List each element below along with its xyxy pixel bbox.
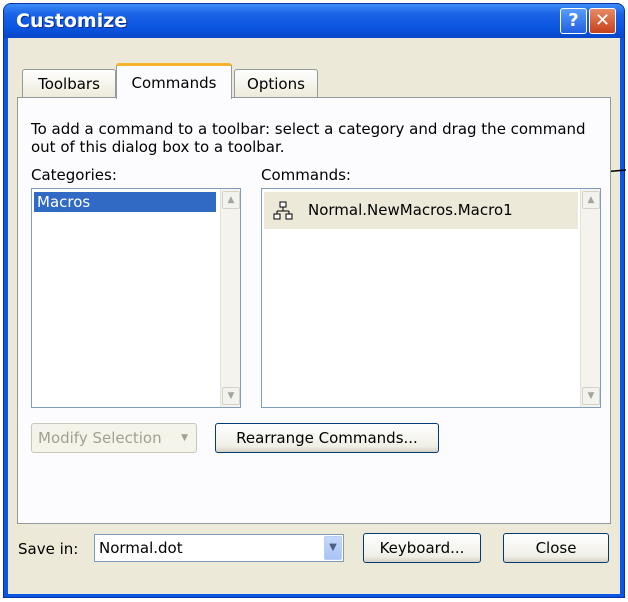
commands-listbox[interactable]: Normal.NewMacros.Macro1 ▲ ▼ <box>261 188 601 408</box>
chevron-down-icon[interactable]: ▼ <box>324 536 342 560</box>
command-item[interactable]: Normal.NewMacros.Macro1 <box>264 192 578 229</box>
dropdown-arrow-icon: ▼ <box>181 433 188 443</box>
tab-commands[interactable]: Commands <box>116 63 232 99</box>
scroll-down-icon[interactable]: ▼ <box>582 387 600 405</box>
rearrange-commands-button[interactable]: Rearrange Commands... <box>215 423 439 453</box>
customize-dialog: Customize ? ✕ Toolbars Commands Options … <box>3 3 625 598</box>
scroll-up-icon[interactable]: ▲ <box>582 191 600 209</box>
commands-scrollbar[interactable]: ▲ ▼ <box>580 189 600 407</box>
modify-selection-label: Modify Selection <box>38 429 162 447</box>
categories-label: Categories: <box>31 166 117 184</box>
save-in-label: Save in: <box>18 540 79 558</box>
title-bar[interactable]: Customize ? ✕ <box>4 4 624 38</box>
category-item-macros[interactable]: Macros <box>34 192 216 212</box>
categories-listbox[interactable]: Macros ▲ ▼ <box>31 188 241 408</box>
modify-selection-button[interactable]: Modify Selection ▼ <box>31 423 197 453</box>
dialog-client-area: Toolbars Commands Options To add a comma… <box>8 38 620 594</box>
macro-icon <box>272 200 294 222</box>
command-label: Normal.NewMacros.Macro1 <box>308 201 513 219</box>
tab-options[interactable]: Options <box>234 69 318 99</box>
commands-tab-panel: To add a command to a toolbar: select a … <box>17 97 611 524</box>
close-window-button[interactable]: ✕ <box>589 8 616 34</box>
dialog-title: Customize <box>16 10 128 32</box>
keyboard-button[interactable]: Keyboard... <box>363 533 481 563</box>
help-button[interactable]: ? <box>560 8 587 34</box>
categories-scrollbar[interactable]: ▲ ▼ <box>220 189 240 407</box>
instruction-text: To add a command to a toolbar: select a … <box>31 120 586 156</box>
save-in-combo[interactable]: Normal.dot ▼ <box>94 534 344 562</box>
scroll-up-icon[interactable]: ▲ <box>222 191 240 209</box>
scroll-down-icon[interactable]: ▼ <box>222 387 240 405</box>
commands-label: Commands: <box>261 166 351 184</box>
tab-toolbars[interactable]: Toolbars <box>22 69 116 99</box>
save-in-value: Normal.dot <box>99 539 183 557</box>
close-button[interactable]: Close <box>503 533 609 563</box>
